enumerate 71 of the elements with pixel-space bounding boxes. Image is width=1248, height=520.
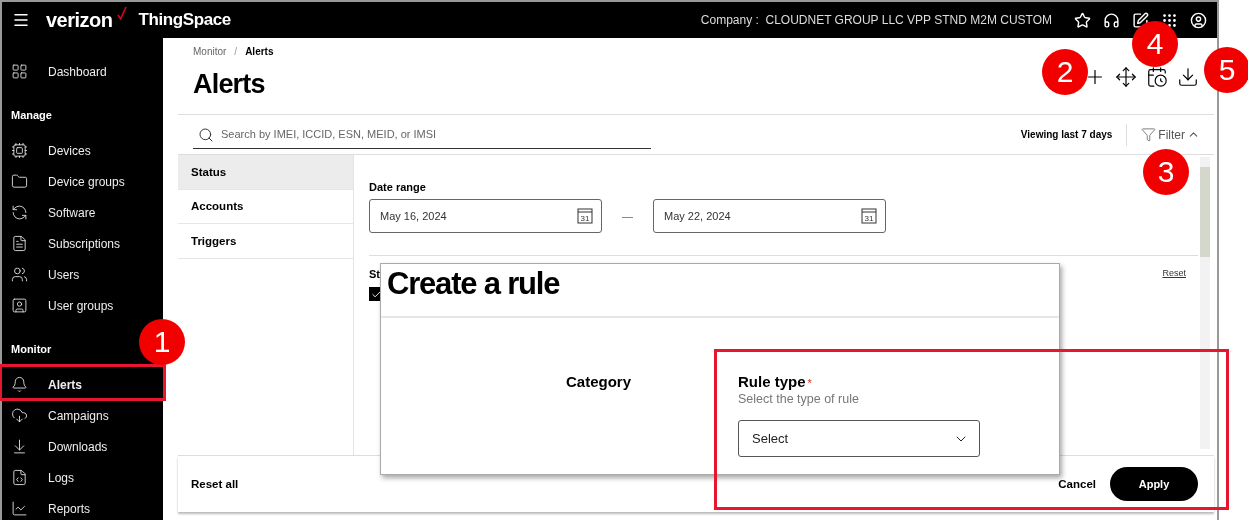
rule-type-label: Rule type bbox=[738, 373, 806, 390]
sidebar-item[interactable]: Subscriptions bbox=[2, 228, 163, 259]
step-marker: 5 bbox=[1204, 47, 1248, 93]
status-label: St bbox=[369, 268, 381, 280]
sidebar-section-title: Monitor bbox=[11, 343, 52, 356]
sidebar-item-icon bbox=[11, 173, 28, 190]
cancel-button[interactable]: Cancel bbox=[1058, 478, 1096, 490]
search-field[interactable]: Search by IMEI, ICCID, ESN, MEID, or IMSI bbox=[193, 120, 651, 149]
reset-link[interactable]: Reset bbox=[1162, 268, 1186, 278]
step-marker: 1 bbox=[139, 319, 185, 365]
apply-button[interactable]: Apply bbox=[1110, 467, 1198, 501]
checkmark-icon bbox=[116, 6, 127, 20]
menu-icon[interactable] bbox=[12, 11, 30, 29]
company-name: Company : CLOUDNET GROUP LLC VPP STND M2M CUSTOM bbox=[700, 13, 1052, 27]
star-icon[interactable] bbox=[1074, 11, 1091, 29]
sidebar-item[interactable]: Downloads bbox=[2, 431, 163, 462]
rule-type-hint: Select the type of rule bbox=[738, 392, 860, 406]
rule-type-select[interactable]: Select bbox=[738, 420, 980, 457]
sidebar-item-icon bbox=[11, 63, 28, 80]
category-label: Category bbox=[566, 373, 632, 390]
sidebar-item[interactable]: User groups bbox=[2, 290, 163, 321]
search-icon bbox=[198, 126, 214, 143]
sidebar-item[interactable]: Device groups bbox=[2, 166, 163, 197]
required-asterisk: * bbox=[807, 377, 812, 389]
dialog-title: Create a rule bbox=[381, 264, 1059, 318]
funnel-icon bbox=[1141, 127, 1157, 142]
filter-button[interactable]: Filter bbox=[1141, 127, 1200, 142]
sidebar-item[interactable]: Campaigns bbox=[2, 400, 163, 431]
scrollbar[interactable] bbox=[1200, 157, 1210, 449]
sidebar-item-icon bbox=[11, 500, 28, 517]
step-marker: 3 bbox=[1143, 149, 1189, 195]
date-range-label: Date range bbox=[369, 181, 427, 193]
sidebar-item[interactable]: Reports bbox=[2, 493, 163, 520]
headset-icon[interactable] bbox=[1103, 11, 1120, 29]
sidebar-item-icon bbox=[11, 204, 28, 221]
end-date-field[interactable]: May 22, 2024 31 bbox=[653, 199, 886, 233]
breadcrumb-link[interactable]: Monitor bbox=[193, 46, 227, 57]
calendar-icon[interactable]: 31 bbox=[861, 208, 877, 224]
filter-tab[interactable]: Status bbox=[178, 155, 353, 190]
step-marker: 4 bbox=[1132, 21, 1178, 67]
sidebar-item-icon bbox=[11, 407, 28, 424]
sidebar-item[interactable]: Devices bbox=[2, 135, 163, 166]
sidebar-item[interactable]: Software bbox=[2, 197, 163, 228]
sidebar-item-icon bbox=[11, 142, 28, 159]
sidebar-item-icon bbox=[11, 235, 28, 252]
breadcrumb-current: Alerts bbox=[245, 46, 274, 57]
move-button[interactable] bbox=[1115, 66, 1137, 88]
sidebar-item[interactable]: Dashboard bbox=[2, 56, 163, 87]
sidebar-item-icon bbox=[11, 266, 28, 283]
page-title: Alerts bbox=[193, 69, 265, 100]
step-marker: 2 bbox=[1042, 49, 1088, 95]
download-button[interactable] bbox=[1177, 66, 1199, 88]
schedule-button[interactable] bbox=[1146, 66, 1168, 88]
reset-all-button[interactable]: Reset all bbox=[191, 478, 239, 490]
breadcrumb-separator: / bbox=[234, 46, 238, 57]
brand-logo[interactable]: verizon bbox=[46, 8, 113, 32]
sidebar-item-icon bbox=[11, 376, 28, 393]
product-name: ThingSpace bbox=[138, 10, 231, 30]
apps-grid-icon[interactable] bbox=[1161, 11, 1178, 29]
profile-icon[interactable] bbox=[1190, 11, 1207, 29]
sidebar-section-title: Manage bbox=[11, 109, 52, 122]
sidebar-item[interactable]: Alerts bbox=[2, 369, 163, 400]
sidebar-item[interactable]: Logs bbox=[2, 462, 163, 493]
viewing-range-text: Viewing last 7 days bbox=[1020, 129, 1113, 140]
start-date-field[interactable]: May 16, 2024 31 bbox=[369, 199, 602, 233]
sidebar-item-icon bbox=[11, 297, 28, 314]
date-separator: — bbox=[622, 210, 633, 222]
sidebar-item-icon bbox=[11, 469, 28, 486]
sidebar-item-icon bbox=[11, 438, 28, 455]
calendar-icon[interactable]: 31 bbox=[577, 208, 593, 224]
sidebar-item[interactable]: Users bbox=[2, 259, 163, 290]
